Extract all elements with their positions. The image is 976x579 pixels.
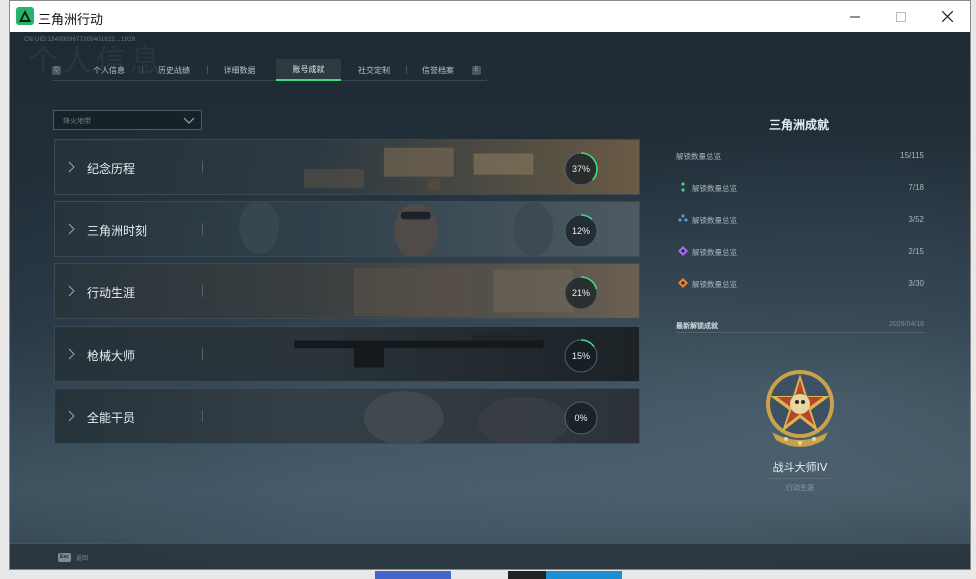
mode-filter-dropdown[interactable]: 烽火地带 (53, 110, 202, 130)
delta-force-logo-icon (16, 7, 34, 25)
medal-name: 战斗大师IV (772, 461, 828, 474)
category-divider (202, 285, 203, 297)
taskbar-item[interactable] (508, 571, 546, 579)
category-banner-image (55, 264, 639, 318)
bottom-bar: Esc 返回 (10, 543, 970, 569)
esc-key-hint[interactable]: Esc (58, 553, 71, 562)
title-bar: 三角洲行动 (10, 1, 970, 32)
progress-percent: 0% (574, 413, 588, 423)
rarity-stat-label: 解锁数量总览 (692, 248, 737, 257)
category-label: 枪械大师 (87, 349, 136, 363)
tab-next-icon[interactable]: E (472, 66, 481, 75)
total-unlock-value: 15/115 (900, 151, 924, 160)
back-label[interactable]: 返回 (76, 553, 88, 562)
category-banner-image (55, 140, 639, 194)
tab-match-history[interactable]: 历史战绩 (142, 59, 206, 81)
window-title: 三角洲行动 (38, 13, 104, 28)
rarity-stat-value: 7/18 (908, 183, 924, 192)
rarity-stat-row: 解锁数量总览 2/15 (676, 245, 924, 259)
tab-detailed-data[interactable]: 详细数据 (207, 59, 272, 81)
app-window: 三角洲行动 个人信息 CN UID:1849959677309401622…19… (9, 0, 971, 570)
category-label: 全能干员 (87, 411, 136, 425)
main-content: 个人信息 CN UID:1849959677309401622…1928 Q 个… (10, 32, 970, 569)
total-unlock-label: 解锁数量总览 (676, 152, 721, 161)
filter-selected-value: 烽火地带 (63, 117, 91, 125)
rarity-stat-label: 解锁数量总览 (692, 280, 737, 289)
tab-prev-icon[interactable]: Q (52, 66, 61, 75)
purple-rank-icon (678, 246, 688, 256)
tab-achievements[interactable]: 账号成就 (276, 59, 341, 81)
achievement-category-row[interactable]: 行动生涯 21% (54, 263, 640, 319)
category-divider (202, 223, 203, 235)
progress-percent: 21% (571, 288, 590, 298)
category-divider (202, 161, 203, 173)
chevron-right-icon (68, 285, 75, 297)
progress-percent: 12% (571, 226, 590, 236)
orange-rank-icon (678, 278, 688, 288)
category-label: 三角洲时刻 (87, 224, 148, 238)
medal-divider (769, 478, 831, 479)
chevron-down-icon (183, 117, 195, 124)
chevron-right-icon (68, 410, 75, 422)
background-strip (0, 570, 976, 579)
category-label: 纪念历程 (87, 162, 136, 176)
achievement-category-row[interactable]: 枪械大师 15% (54, 326, 640, 382)
category-banner-image (55, 327, 639, 381)
maximize-button[interactable] (878, 1, 924, 32)
green-rank-icon (681, 182, 685, 192)
tab-bar: Q 个人信息 历史战绩 详细数据 账号成就 社交定制 信誉档案 E (52, 59, 487, 81)
latest-unlock-date: 2026/04/18 (888, 321, 924, 328)
rarity-stat-row: 解锁数量总览 3/30 (676, 277, 924, 291)
progress-percent: 37% (571, 164, 590, 174)
minimize-button[interactable] (832, 1, 878, 32)
tab-personal-info[interactable]: 个人信息 (76, 59, 142, 81)
blue-rank-icon (678, 214, 688, 222)
category-divider (202, 348, 203, 360)
medal-category: 行动生涯 (786, 484, 814, 492)
taskbar-item[interactable] (546, 571, 622, 579)
combat-master-medal-icon[interactable] (762, 366, 838, 452)
achievement-category-row[interactable]: 纪念历程 37% (54, 139, 640, 195)
category-banner-image (55, 389, 639, 443)
tab-social-custom[interactable]: 社交定制 (342, 59, 406, 81)
rarity-stat-label: 解锁数量总览 (692, 184, 737, 193)
latest-unlock-label: 最新解锁成就 (676, 322, 718, 330)
rarity-stat-row: 解锁数量总览 3/52 (676, 213, 924, 227)
rarity-stat-value: 3/52 (908, 215, 924, 224)
progress-percent: 15% (571, 351, 590, 361)
achievement-category-row[interactable]: 全能干员 0% (54, 388, 640, 444)
rarity-stat-row: 解锁数量总览 7/18 (676, 181, 924, 195)
latest-unlock-row: 最新解锁成就 2026/04/18 (676, 321, 924, 333)
category-divider (202, 410, 203, 422)
total-unlock-row: 解锁数量总览 15/115 (676, 150, 924, 164)
rarity-stat-label: 解锁数量总览 (692, 216, 737, 225)
chevron-right-icon (68, 348, 75, 360)
user-uid: CN UID:1849959677309401622…1928 (24, 37, 136, 43)
chevron-right-icon (68, 161, 75, 173)
taskbar-item[interactable] (375, 571, 451, 579)
chevron-right-icon (68, 223, 75, 235)
rarity-stat-value: 2/15 (908, 247, 924, 256)
tab-credit-record[interactable]: 信誉档案 (406, 59, 470, 81)
close-button[interactable] (924, 1, 970, 32)
achievement-category-row[interactable]: 三角洲时刻 12% (54, 201, 640, 257)
achievements-panel-title: 三角洲成就 (768, 118, 829, 132)
category-label: 行动生涯 (87, 286, 136, 300)
rarity-stat-value: 3/30 (908, 279, 924, 288)
